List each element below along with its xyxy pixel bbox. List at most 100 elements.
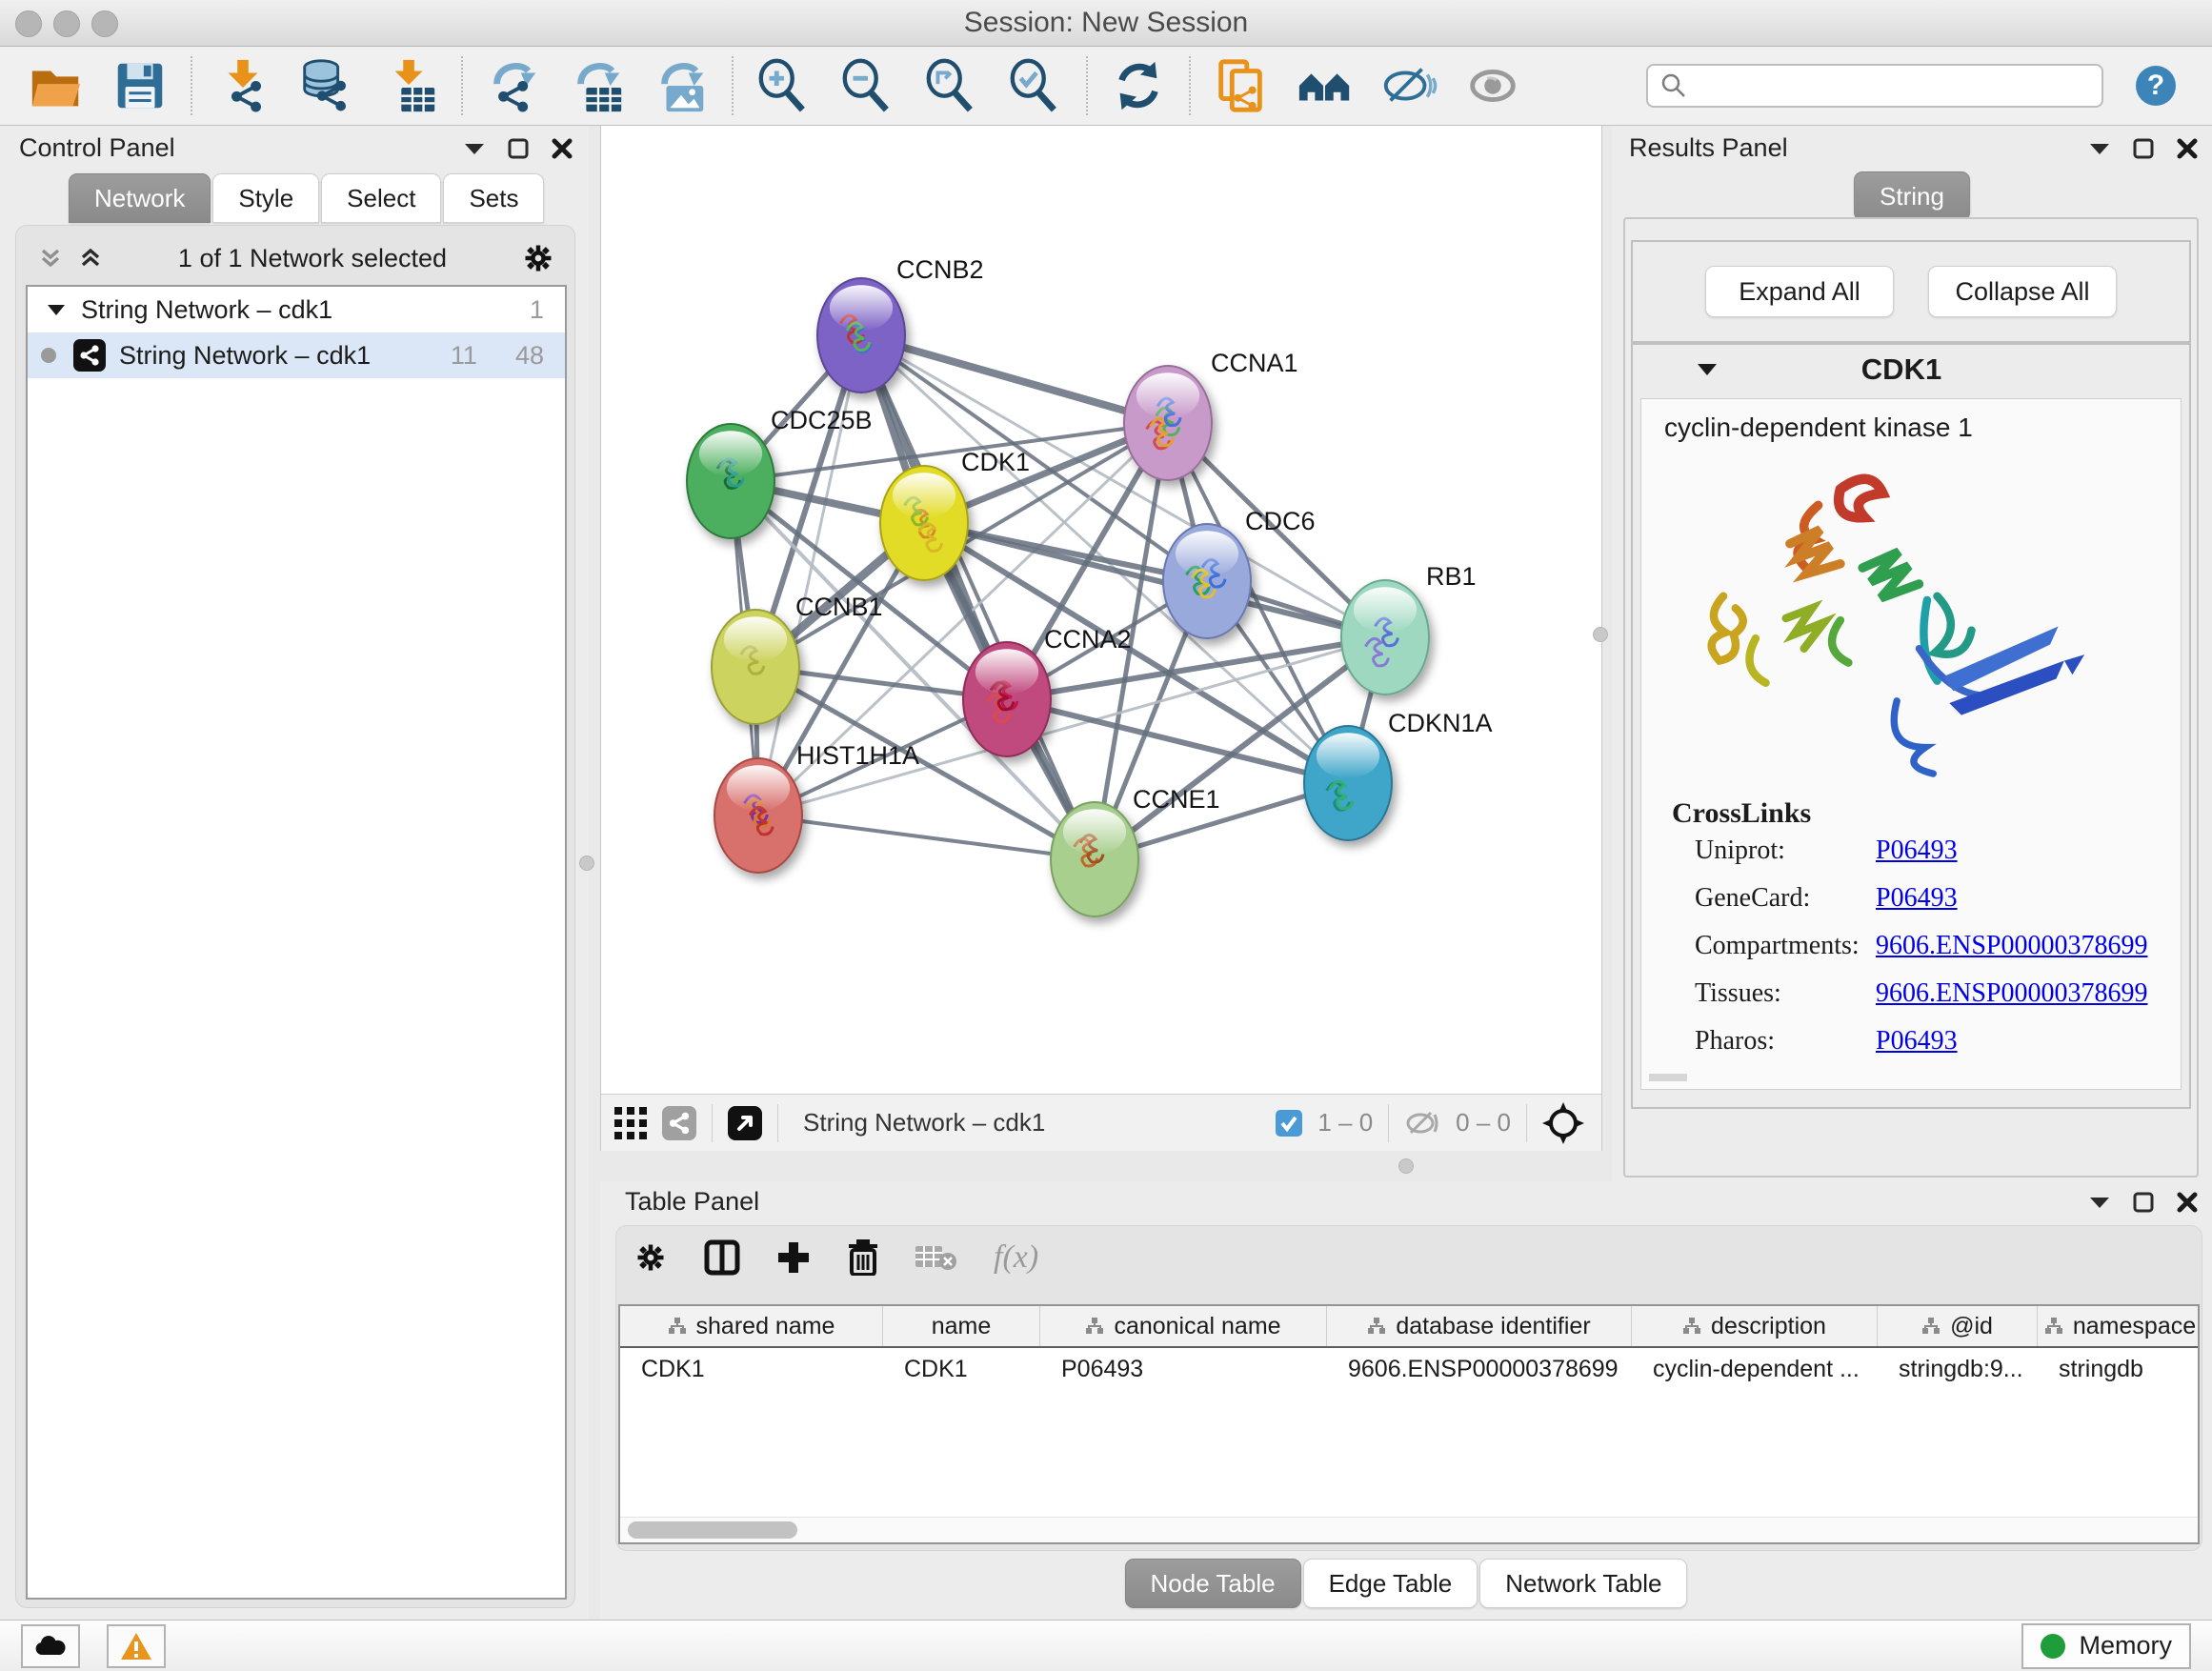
selected-checkbox-icon[interactable] (1276, 1110, 1302, 1137)
column-header-name[interactable]: name (883, 1306, 1040, 1346)
help-icon[interactable]: ? (2126, 56, 2185, 115)
export-network-icon[interactable] (484, 56, 543, 115)
column-header-namespace[interactable]: namespace (2038, 1306, 2200, 1346)
network-node-hist1h1a[interactable] (714, 758, 802, 873)
tab-node-table[interactable]: Node Table (1125, 1559, 1301, 1608)
column-header-database-identifier[interactable]: database identifier (1327, 1306, 1632, 1346)
network-canvas[interactable]: CCNB2CCNA1CDC25BCDK1CDC6RB1CCNB1CCNA2CDK… (601, 126, 1601, 1094)
network-node-cdkn1a[interactable] (1304, 726, 1392, 840)
minimize-window-button[interactable] (53, 10, 80, 37)
import-network-icon[interactable] (213, 56, 272, 115)
grid-view-icon[interactable] (614, 1107, 647, 1139)
column-header-canonical-name[interactable]: canonical name (1040, 1306, 1327, 1346)
table-cell[interactable]: CDK1 (620, 1356, 883, 1383)
table-hscrollbar[interactable] (620, 1517, 2198, 1542)
float-panel-icon[interactable] (507, 137, 530, 160)
network-node-rb1[interactable] (1341, 580, 1429, 695)
add-column-icon[interactable] (776, 1240, 811, 1275)
crosslink-link[interactable]: 9606.ENSP00000378699 (1876, 931, 2147, 961)
hide-panels-icon[interactable] (1379, 56, 1438, 115)
fit-selected-crosshair-icon[interactable] (1542, 1102, 1584, 1144)
bottom-splitter-handle[interactable] (1398, 1158, 1414, 1174)
crosslink-link[interactable]: P06493 (1876, 1026, 1958, 1057)
close-window-button[interactable] (15, 10, 42, 37)
zoom-fit-icon[interactable] (922, 56, 981, 115)
open-session-icon[interactable] (27, 56, 86, 115)
import-network-database-icon[interactable] (297, 56, 356, 115)
tab-network[interactable]: Network (69, 173, 211, 223)
search-input[interactable] (1696, 70, 2090, 102)
collapse-all-networks-icon[interactable] (37, 245, 64, 272)
network-node-cdk1[interactable] (880, 466, 968, 580)
results-hscroll-thumb[interactable] (1649, 1074, 1687, 1081)
network-node-cdc6[interactable] (1163, 524, 1251, 638)
network-node-ccna2[interactable] (963, 642, 1051, 756)
close-panel-icon[interactable] (551, 137, 573, 160)
save-session-icon[interactable] (111, 56, 170, 115)
table-row[interactable]: CDK1CDK1P064939606.ENSP00000378699cyclin… (620, 1348, 2198, 1390)
table-cell[interactable]: stringdb (2038, 1356, 2200, 1383)
crosslink-link[interactable]: P06493 (1876, 836, 1958, 866)
network-row-selected[interactable]: String Network – cdk1 11 48 (28, 332, 565, 378)
expand-all-networks-icon[interactable] (77, 245, 104, 272)
close-panel-icon[interactable] (2176, 137, 2199, 160)
export-image-icon[interactable] (652, 56, 711, 115)
entry-expander-icon[interactable] (1696, 362, 1719, 377)
tab-network-table[interactable]: Network Table (1479, 1559, 1687, 1608)
network-options-gear-icon[interactable] (521, 241, 555, 275)
network-node-cdc25b[interactable] (687, 424, 774, 538)
network-edge[interactable] (758, 815, 1095, 859)
network-node-ccna1[interactable] (1124, 366, 1212, 480)
expand-all-button[interactable]: Expand All (1705, 266, 1894, 317)
network-collection-row[interactable]: String Network – cdk1 1 (28, 287, 565, 332)
crosslink-link[interactable]: P06493 (1876, 883, 1958, 914)
tab-style[interactable]: Style (212, 173, 319, 223)
zoom-in-icon[interactable] (754, 56, 814, 115)
panel-menu-icon[interactable] (463, 141, 486, 156)
table-cell[interactable]: cyclin-dependent ... (1632, 1356, 1878, 1383)
table-cell[interactable]: CDK1 (883, 1356, 1040, 1383)
duplicate-network-icon[interactable] (1212, 56, 1271, 115)
table-cell[interactable]: 9606.ENSP00000378699 (1327, 1356, 1632, 1383)
network-node-ccnb1[interactable] (712, 610, 799, 724)
maximize-window-button[interactable] (91, 10, 118, 37)
column-header--id[interactable]: @id (1878, 1306, 2038, 1346)
crosslink-link[interactable]: 9606.ENSP00000378699 (1876, 978, 2147, 1009)
network-node-ccnb2[interactable] (817, 278, 905, 393)
left-splitter-handle[interactable] (579, 856, 594, 871)
float-panel-icon[interactable] (2132, 137, 2155, 160)
tab-sets[interactable]: Sets (443, 173, 544, 223)
column-header-shared-name[interactable]: shared name (620, 1306, 883, 1346)
network-edge[interactable] (861, 335, 1095, 859)
tab-string[interactable]: String (1854, 171, 1970, 221)
panel-menu-icon[interactable] (2088, 1195, 2111, 1210)
zoom-out-icon[interactable] (838, 56, 897, 115)
birdseye-view-icon[interactable] (728, 1106, 762, 1140)
memory-button[interactable]: Memory (2021, 1623, 2191, 1669)
panel-menu-icon[interactable] (2088, 141, 2111, 156)
table-cell[interactable]: P06493 (1040, 1356, 1327, 1383)
table-gear-icon[interactable] (633, 1240, 668, 1275)
warnings-button[interactable] (107, 1624, 166, 1668)
first-neighbors-icon[interactable] (1296, 56, 1355, 115)
tab-edge-table[interactable]: Edge Table (1303, 1559, 1478, 1608)
network-edge[interactable] (924, 523, 1385, 637)
show-columns-icon[interactable] (704, 1239, 740, 1276)
import-table-icon[interactable] (381, 56, 440, 115)
network-node-ccne1[interactable] (1051, 802, 1138, 916)
collapse-all-button[interactable]: Collapse All (1928, 266, 2117, 317)
export-table-icon[interactable] (568, 56, 627, 115)
close-panel-icon[interactable] (2176, 1191, 2199, 1214)
zoom-selected-icon[interactable] (1006, 56, 1065, 115)
tab-select[interactable]: Select (321, 173, 441, 223)
table-cell[interactable]: stringdb:9... (1878, 1356, 2038, 1383)
right-splitter-handle[interactable] (1593, 627, 1608, 642)
node-table[interactable]: shared namenamecanonical namedatabase id… (618, 1304, 2200, 1544)
column-header-description[interactable]: description (1632, 1306, 1878, 1346)
network-share-toggle-icon[interactable] (662, 1106, 696, 1140)
table-hscroll-thumb[interactable] (628, 1521, 797, 1539)
cloud-button[interactable] (21, 1624, 80, 1668)
search-box[interactable] (1646, 64, 2103, 108)
collection-expander-icon[interactable] (47, 303, 66, 316)
float-panel-icon[interactable] (2132, 1191, 2155, 1214)
